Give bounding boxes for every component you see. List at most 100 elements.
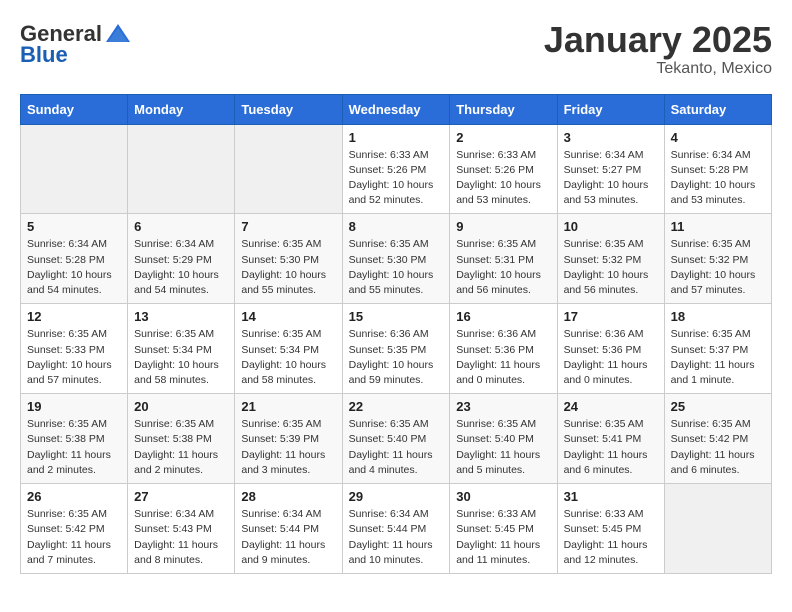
calendar-week-row: 26 Sunrise: 6:35 AM Sunset: 5:42 PM Dayli…	[21, 484, 772, 574]
calendar-cell: 28Sunrise: 6:34 AM Sunset: 5:44 PM Dayli…	[235, 484, 342, 574]
month-title: January 2025	[544, 20, 772, 60]
calendar-cell: 27 Sunrise: 6:34 AM Sunset: 5:43 PM Dayli…	[128, 484, 235, 574]
day-number: 21	[241, 399, 335, 414]
calendar-header-saturday: Saturday	[664, 94, 771, 124]
calendar-cell: 1Sunrise: 6:33 AM Sunset: 5:26 PM Daylig…	[342, 124, 450, 214]
calendar-cell: 2Sunrise: 6:33 AM Sunset: 5:26 PM Daylig…	[450, 124, 557, 214]
day-number: 27	[134, 489, 228, 504]
day-number: 30	[456, 489, 550, 504]
calendar-cell: 4 Sunrise: 6:34 AM Sunset: 5:28 PM Daylig…	[664, 124, 771, 214]
logo: General Blue	[20, 20, 132, 68]
calendar-cell: 10 Sunrise: 6:35 AM Sunset: 5:32 PM Dayli…	[557, 214, 664, 304]
day-info: Sunrise: 6:35 AM Sunset: 5:40 PM Dayligh…	[349, 417, 444, 478]
calendar-cell: 6 Sunrise: 6:34 AM Sunset: 5:29 PM Daylig…	[128, 214, 235, 304]
day-number: 20	[134, 399, 228, 414]
day-number: 6	[134, 219, 228, 234]
logo-blue-text: Blue	[20, 42, 68, 68]
day-number: 24	[564, 399, 658, 414]
calendar-week-row: 12Sunrise: 6:35 AM Sunset: 5:33 PM Dayli…	[21, 304, 772, 394]
day-info: Sunrise: 6:36 AM Sunset: 5:36 PM Dayligh…	[564, 327, 658, 388]
day-number: 16	[456, 309, 550, 324]
calendar-cell: 26 Sunrise: 6:35 AM Sunset: 5:42 PM Dayli…	[21, 484, 128, 574]
day-info: Sunrise: 6:36 AM Sunset: 5:36 PM Dayligh…	[456, 327, 550, 388]
day-number: 9	[456, 219, 550, 234]
day-number: 5	[27, 219, 121, 234]
calendar-cell: 31Sunrise: 6:33 AM Sunset: 5:45 PM Dayli…	[557, 484, 664, 574]
day-number: 23	[456, 399, 550, 414]
day-info: Sunrise: 6:34 AM Sunset: 5:28 PM Dayligh…	[671, 148, 765, 209]
calendar-header-thursday: Thursday	[450, 94, 557, 124]
calendar-cell: 9Sunrise: 6:35 AM Sunset: 5:31 PM Daylig…	[450, 214, 557, 304]
calendar-cell: 20 Sunrise: 6:35 AM Sunset: 5:38 PM Dayli…	[128, 394, 235, 484]
day-info: Sunrise: 6:35 AM Sunset: 5:38 PM Dayligh…	[27, 417, 121, 478]
calendar-week-row: 1Sunrise: 6:33 AM Sunset: 5:26 PM Daylig…	[21, 124, 772, 214]
calendar-cell: 3 Sunrise: 6:34 AM Sunset: 5:27 PM Daylig…	[557, 124, 664, 214]
page-header: General Blue January 2025 Tekanto, Mexic…	[20, 20, 772, 78]
calendar-cell	[128, 124, 235, 214]
calendar-cell: 16 Sunrise: 6:36 AM Sunset: 5:36 PM Dayli…	[450, 304, 557, 394]
day-info: Sunrise: 6:35 AM Sunset: 5:42 PM Dayligh…	[27, 507, 121, 568]
day-info: Sunrise: 6:35 AM Sunset: 5:38 PM Dayligh…	[134, 417, 228, 478]
calendar-cell: 12Sunrise: 6:35 AM Sunset: 5:33 PM Dayli…	[21, 304, 128, 394]
logo-icon	[104, 20, 132, 48]
day-number: 14	[241, 309, 335, 324]
day-number: 8	[349, 219, 444, 234]
day-number: 17	[564, 309, 658, 324]
day-number: 25	[671, 399, 765, 414]
calendar-cell: 29 Sunrise: 6:34 AM Sunset: 5:44 PM Dayli…	[342, 484, 450, 574]
calendar-cell: 30 Sunrise: 6:33 AM Sunset: 5:45 PM Dayli…	[450, 484, 557, 574]
day-info: Sunrise: 6:33 AM Sunset: 5:45 PM Dayligh…	[456, 507, 550, 568]
calendar-cell: 22 Sunrise: 6:35 AM Sunset: 5:40 PM Dayli…	[342, 394, 450, 484]
day-info: Sunrise: 6:35 AM Sunset: 5:37 PM Dayligh…	[671, 327, 765, 388]
day-number: 29	[349, 489, 444, 504]
calendar-cell: 18 Sunrise: 6:35 AM Sunset: 5:37 PM Dayli…	[664, 304, 771, 394]
day-info: Sunrise: 6:35 AM Sunset: 5:41 PM Dayligh…	[564, 417, 658, 478]
day-info: Sunrise: 6:36 AM Sunset: 5:35 PM Dayligh…	[349, 327, 444, 388]
calendar-header-friday: Friday	[557, 94, 664, 124]
day-info: Sunrise: 6:34 AM Sunset: 5:43 PM Dayligh…	[134, 507, 228, 568]
calendar-cell: 19 Sunrise: 6:35 AM Sunset: 5:38 PM Dayli…	[21, 394, 128, 484]
day-info: Sunrise: 6:35 AM Sunset: 5:30 PM Dayligh…	[241, 237, 335, 298]
calendar-cell	[21, 124, 128, 214]
day-info: Sunrise: 6:34 AM Sunset: 5:29 PM Dayligh…	[134, 237, 228, 298]
day-number: 10	[564, 219, 658, 234]
calendar-cell: 17 Sunrise: 6:36 AM Sunset: 5:36 PM Dayli…	[557, 304, 664, 394]
day-number: 13	[134, 309, 228, 324]
calendar-cell: 11Sunrise: 6:35 AM Sunset: 5:32 PM Dayli…	[664, 214, 771, 304]
day-info: Sunrise: 6:33 AM Sunset: 5:26 PM Dayligh…	[349, 148, 444, 209]
day-number: 12	[27, 309, 121, 324]
day-number: 3	[564, 130, 658, 145]
day-info: Sunrise: 6:35 AM Sunset: 5:30 PM Dayligh…	[349, 237, 444, 298]
day-number: 22	[349, 399, 444, 414]
title-area: January 2025 Tekanto, Mexico	[544, 20, 772, 78]
day-info: Sunrise: 6:35 AM Sunset: 5:40 PM Dayligh…	[456, 417, 550, 478]
calendar-cell: 7Sunrise: 6:35 AM Sunset: 5:30 PM Daylig…	[235, 214, 342, 304]
location-subtitle: Tekanto, Mexico	[544, 60, 772, 78]
day-number: 19	[27, 399, 121, 414]
day-info: Sunrise: 6:34 AM Sunset: 5:44 PM Dayligh…	[349, 507, 444, 568]
calendar-header-row: SundayMondayTuesdayWednesdayThursdayFrid…	[21, 94, 772, 124]
calendar-week-row: 19 Sunrise: 6:35 AM Sunset: 5:38 PM Dayli…	[21, 394, 772, 484]
day-info: Sunrise: 6:35 AM Sunset: 5:32 PM Dayligh…	[564, 237, 658, 298]
calendar-week-row: 5Sunrise: 6:34 AM Sunset: 5:28 PM Daylig…	[21, 214, 772, 304]
calendar-cell: 14Sunrise: 6:35 AM Sunset: 5:34 PM Dayli…	[235, 304, 342, 394]
calendar-cell: 8 Sunrise: 6:35 AM Sunset: 5:30 PM Daylig…	[342, 214, 450, 304]
day-number: 15	[349, 309, 444, 324]
day-number: 28	[241, 489, 335, 504]
day-number: 18	[671, 309, 765, 324]
day-info: Sunrise: 6:35 AM Sunset: 5:42 PM Dayligh…	[671, 417, 765, 478]
calendar-cell: 5Sunrise: 6:34 AM Sunset: 5:28 PM Daylig…	[21, 214, 128, 304]
day-number: 26	[27, 489, 121, 504]
day-info: Sunrise: 6:35 AM Sunset: 5:34 PM Dayligh…	[134, 327, 228, 388]
day-info: Sunrise: 6:33 AM Sunset: 5:45 PM Dayligh…	[564, 507, 658, 568]
calendar-cell: 24 Sunrise: 6:35 AM Sunset: 5:41 PM Dayli…	[557, 394, 664, 484]
calendar-cell: 23 Sunrise: 6:35 AM Sunset: 5:40 PM Dayli…	[450, 394, 557, 484]
calendar-header-monday: Monday	[128, 94, 235, 124]
day-number: 4	[671, 130, 765, 145]
calendar-cell	[235, 124, 342, 214]
calendar-cell: 13 Sunrise: 6:35 AM Sunset: 5:34 PM Dayli…	[128, 304, 235, 394]
calendar-header-wednesday: Wednesday	[342, 94, 450, 124]
day-info: Sunrise: 6:33 AM Sunset: 5:26 PM Dayligh…	[456, 148, 550, 209]
day-info: Sunrise: 6:34 AM Sunset: 5:27 PM Dayligh…	[564, 148, 658, 209]
calendar-cell: 25 Sunrise: 6:35 AM Sunset: 5:42 PM Dayli…	[664, 394, 771, 484]
